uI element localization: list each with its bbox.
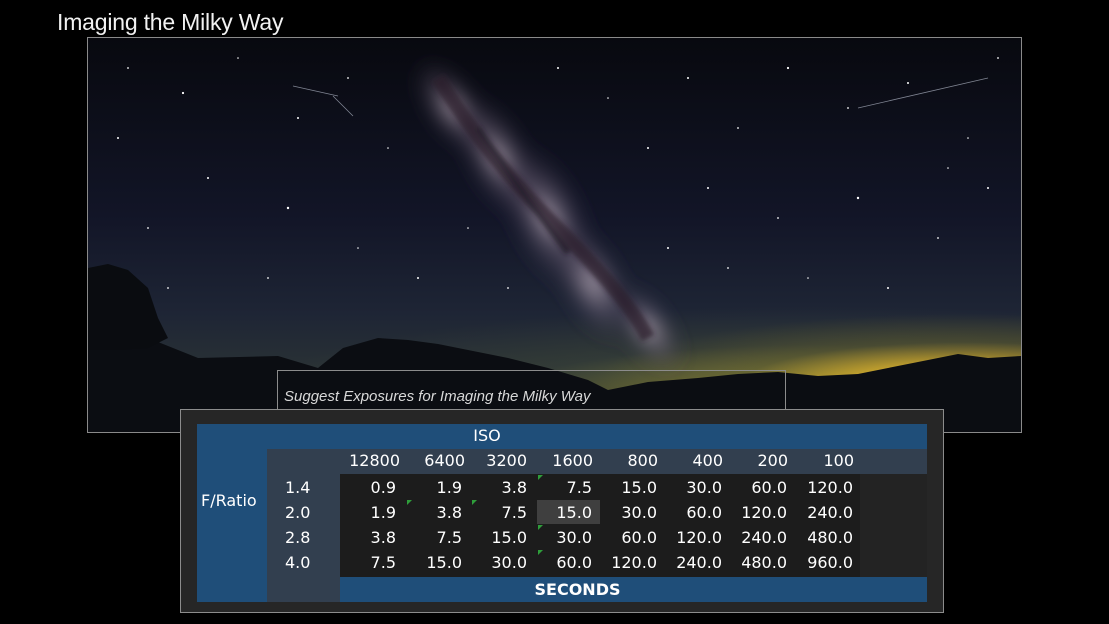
exposure-cell: 60.0 [751,478,787,497]
comment-marker-icon [472,500,477,505]
exposure-cell: 120.0 [807,478,853,497]
comment-marker-icon [538,525,543,530]
fratio-cell: 2.8 [285,528,311,547]
exposure-cell: 15.0 [426,553,462,572]
iso-header-cell: 100 [823,451,854,470]
exposure-table-panel: ISO F/Ratio SECONDS 12800 6400 3200 1600… [180,409,944,613]
exposure-cell: 960.0 [807,553,853,572]
exposure-cell: 3.8 [436,503,462,522]
exposure-cell: 3.8 [501,478,527,497]
exposure-cell: 120.0 [741,503,787,522]
iso-header-cell: 200 [757,451,788,470]
fratio-cell: 4.0 [285,553,311,572]
fratio-label: F/Ratio [201,491,257,510]
exposure-cell: 1.9 [370,503,396,522]
fratio-header-column [197,449,267,602]
iso-header-cell: 6400 [424,451,465,470]
exposure-cell: 7.5 [370,553,396,572]
exposure-cell: 480.0 [807,528,853,547]
exposure-cell: 60.0 [621,528,657,547]
exposure-cell: 30.0 [686,478,722,497]
iso-label: ISO [473,426,501,445]
exposure-cell: 7.5 [501,503,527,522]
iso-header-cell: 12800 [349,451,400,470]
exposure-cell: 240.0 [741,528,787,547]
exposure-cell: 1.9 [436,478,462,497]
fratio-cell: 1.4 [285,478,311,497]
exposure-cell: 15.0 [491,528,527,547]
exposure-cell: 240.0 [807,503,853,522]
exposure-cell-selected[interactable]: 15.0 [532,503,592,523]
exposure-table: ISO F/Ratio SECONDS 12800 6400 3200 1600… [197,424,927,602]
exposure-cell: 15.0 [621,478,657,497]
exposure-cell: 60.0 [556,553,592,572]
exposure-cell: 120.0 [676,528,722,547]
iso-header-cell: 800 [627,451,658,470]
seconds-label: SECONDS [534,580,621,599]
exposure-cell: 30.0 [556,528,592,547]
comment-marker-icon [538,475,543,480]
exposure-cell: 7.5 [566,478,592,497]
exposure-cell: 120.0 [611,553,657,572]
iso-header-cell: 1600 [552,451,593,470]
caption-text: Suggest Exposures for Imaging the Milky … [284,388,591,405]
exposure-cell: 30.0 [491,553,527,572]
iso-header-cell: 3200 [486,451,527,470]
exposure-cell: 480.0 [741,553,787,572]
comment-marker-icon [407,500,412,505]
exposure-cell: 3.8 [370,528,396,547]
exposure-cell: 0.9 [370,478,396,497]
fratio-cell: 2.0 [285,503,311,522]
iso-header-cell: 400 [692,451,723,470]
slide-title: Imaging the Milky Way [57,9,284,35]
exposure-cell: 60.0 [686,503,722,522]
exposure-cell: 7.5 [436,528,462,547]
exposure-cell: 240.0 [676,553,722,572]
grid-right-strip [860,474,927,577]
comment-marker-icon [538,550,543,555]
exposure-cell: 30.0 [621,503,657,522]
